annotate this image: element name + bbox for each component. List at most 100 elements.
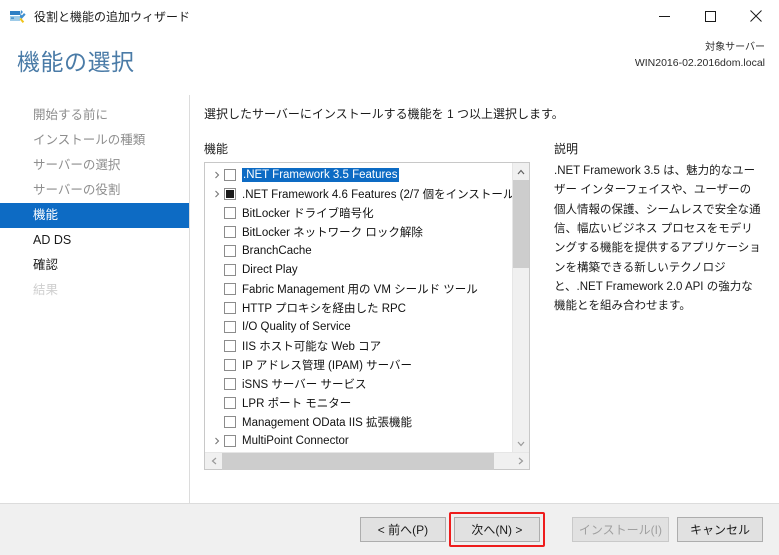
description-label: 説明 xyxy=(554,142,579,156)
feature-row[interactable]: .NET Framework 4.6 Features (2/7 個をインストー… xyxy=(205,184,512,203)
title-bar: 役割と機能の追加ウィザード xyxy=(0,0,779,33)
feature-label: Management OData IIS 拡張機能 xyxy=(242,416,413,429)
vertical-scroll-track[interactable] xyxy=(512,180,529,435)
nav-item-ad-ds[interactable]: AD DS xyxy=(0,228,189,253)
cancel-button[interactable]: キャンセル xyxy=(677,517,763,542)
nav-item-installation-type[interactable]: インストールの種類 xyxy=(0,128,189,153)
feature-row[interactable]: BitLocker ネットワーク ロック解除 xyxy=(205,222,512,241)
minimize-button[interactable] xyxy=(641,0,687,33)
scroll-right-arrow[interactable] xyxy=(512,453,529,470)
expander-arrow-icon[interactable] xyxy=(209,437,224,445)
maximize-button[interactable] xyxy=(687,0,733,33)
features-rows-container: .NET Framework 3.5 Features .NET Framewor… xyxy=(205,163,512,452)
window-controls xyxy=(641,0,779,33)
target-server-label: 対象サーバー xyxy=(705,42,765,53)
description-column: 説明 .NET Framework 3.5 は、魅力的なユーザー インターフェイ… xyxy=(530,140,779,470)
feature-checkbox[interactable] xyxy=(224,301,236,314)
feature-row[interactable]: IIS ホスト可能な Web コア xyxy=(205,336,512,355)
feature-checkbox[interactable] xyxy=(224,339,236,352)
feature-label: .NET Framework 3.5 Features xyxy=(242,167,400,182)
vertical-scroll-thumb[interactable] xyxy=(512,180,529,268)
feature-label: I/O Quality of Service xyxy=(242,320,351,333)
target-server-block: 対象サーバー WIN2016-02.2016dom.local xyxy=(635,41,765,71)
feature-row[interactable]: iSNS サーバー サービス xyxy=(205,374,512,393)
feature-row[interactable]: I/O Quality of Service xyxy=(205,317,512,336)
feature-label: IP アドレス管理 (IPAM) サーバー xyxy=(242,359,413,372)
feature-row[interactable]: Management OData IIS 拡張機能 xyxy=(205,412,512,431)
add-roles-features-wizard-window: 役割と機能の追加ウィザード 機能の選択 対象サーバー WIN2016-02.20… xyxy=(0,0,779,555)
feature-label: HTTP プロキシを経由した RPC xyxy=(242,302,406,315)
feature-checkbox[interactable] xyxy=(224,225,236,238)
horizontal-scroll-thumb[interactable] xyxy=(222,452,494,470)
wizard-footer: < 前へ(P) 次へ(N) > インストール(I) キャンセル xyxy=(0,503,779,555)
previous-button[interactable]: < 前へ(P) xyxy=(359,517,446,542)
feature-checkbox[interactable] xyxy=(224,244,236,257)
features-vertical-scrollbar[interactable] xyxy=(512,163,529,452)
feature-label: Fabric Management 用の VM シールド ツール xyxy=(242,283,478,296)
feature-checkbox[interactable] xyxy=(224,206,236,219)
nav-item-server-roles[interactable]: サーバーの役割 xyxy=(0,178,189,203)
next-button[interactable]: 次へ(N) > xyxy=(453,517,540,542)
nav-item-server-selection[interactable]: サーバーの選択 xyxy=(0,153,189,178)
feature-checkbox[interactable] xyxy=(224,434,236,447)
maximize-icon xyxy=(704,10,716,22)
chevron-up-icon xyxy=(517,169,525,174)
install-button: インストール(I) xyxy=(571,517,669,542)
feature-label: LPR ポート モニター xyxy=(242,397,352,410)
feature-row[interactable]: LPR ポート モニター xyxy=(205,393,512,412)
next-button-highlight: 次へ(N) > xyxy=(448,512,545,547)
feature-label: IIS ホスト可能な Web コア xyxy=(242,340,382,353)
expander-arrow-icon[interactable] xyxy=(209,171,224,179)
nav-item-features[interactable]: 機能 xyxy=(0,203,189,228)
feature-label: BranchCache xyxy=(242,244,312,257)
target-server-value: WIN2016-02.2016dom.local xyxy=(634,56,765,69)
feature-checkbox[interactable] xyxy=(224,358,236,371)
instruction-text: 選択したサーバーにインストールする機能を 1 つ以上選択します。 xyxy=(204,107,564,121)
main-pane: 選択したサーバーにインストールする機能を 1 つ以上選択します。 機能 .NET… xyxy=(190,95,779,503)
nav-item-confirmation[interactable]: 確認 xyxy=(0,253,189,278)
feature-checkbox[interactable] xyxy=(224,168,236,181)
scroll-up-arrow[interactable] xyxy=(512,163,529,180)
scroll-down-arrow[interactable] xyxy=(512,435,529,452)
chevron-right-icon xyxy=(518,457,523,465)
chevron-down-icon xyxy=(517,441,525,446)
feature-row[interactable]: Direct Play xyxy=(205,260,512,279)
server-wizard-icon xyxy=(9,7,27,25)
feature-row[interactable]: Fabric Management 用の VM シールド ツール xyxy=(205,279,512,298)
features-horizontal-scrollbar[interactable] xyxy=(205,452,529,470)
window-title: 役割と機能の追加ウィザード xyxy=(34,9,191,24)
features-label: 機能 xyxy=(204,142,229,156)
wizard-navigation: 開始する前に インストールの種類 サーバーの選択 サーバーの役割 機能 AD D… xyxy=(0,95,190,503)
description-text: .NET Framework 3.5 は、魅力的なユーザー インターフェイスや、… xyxy=(554,165,761,313)
feature-label: Direct Play xyxy=(242,263,298,276)
horizontal-scroll-track[interactable] xyxy=(222,452,512,470)
feature-checkbox[interactable] xyxy=(224,320,236,333)
feature-row[interactable]: BitLocker ドライブ暗号化 xyxy=(205,203,512,222)
feature-row[interactable]: HTTP プロキシを経由した RPC xyxy=(205,298,512,317)
minimize-icon xyxy=(658,15,670,17)
feature-row[interactable]: IP アドレス管理 (IPAM) サーバー xyxy=(205,355,512,374)
feature-checkbox[interactable] xyxy=(224,396,236,409)
feature-checkbox[interactable] xyxy=(224,377,236,390)
feature-label: BitLocker ネットワーク ロック解除 xyxy=(242,226,423,239)
close-icon xyxy=(750,10,762,22)
nav-item-results: 結果 xyxy=(33,283,59,297)
feature-checkbox[interactable] xyxy=(224,187,236,200)
feature-label: BitLocker ドライブ暗号化 xyxy=(242,207,374,220)
feature-label: .NET Framework 4.6 Features (2/7 個をインストー… xyxy=(242,188,512,201)
feature-checkbox[interactable] xyxy=(224,282,236,295)
close-button[interactable] xyxy=(733,0,779,33)
feature-checkbox[interactable] xyxy=(224,415,236,428)
page-title: 機能の選択 xyxy=(17,49,135,75)
scroll-left-arrow[interactable] xyxy=(205,453,222,470)
features-listbox[interactable]: .NET Framework 3.5 Features .NET Framewor… xyxy=(204,162,530,470)
wizard-body: 開始する前に インストールの種類 サーバーの選択 サーバーの役割 機能 AD D… xyxy=(0,95,779,503)
feature-row[interactable]: BranchCache xyxy=(205,241,512,260)
nav-item-before-you-begin[interactable]: 開始する前に xyxy=(0,103,189,128)
feature-checkbox[interactable] xyxy=(224,263,236,276)
page-header: 機能の選択 対象サーバー WIN2016-02.2016dom.local xyxy=(0,33,779,95)
feature-row[interactable]: .NET Framework 3.5 Features xyxy=(205,165,512,184)
expander-arrow-icon[interactable] xyxy=(209,190,224,198)
feature-row[interactable]: MultiPoint Connector xyxy=(205,431,512,450)
feature-label: iSNS サーバー サービス xyxy=(242,378,367,391)
